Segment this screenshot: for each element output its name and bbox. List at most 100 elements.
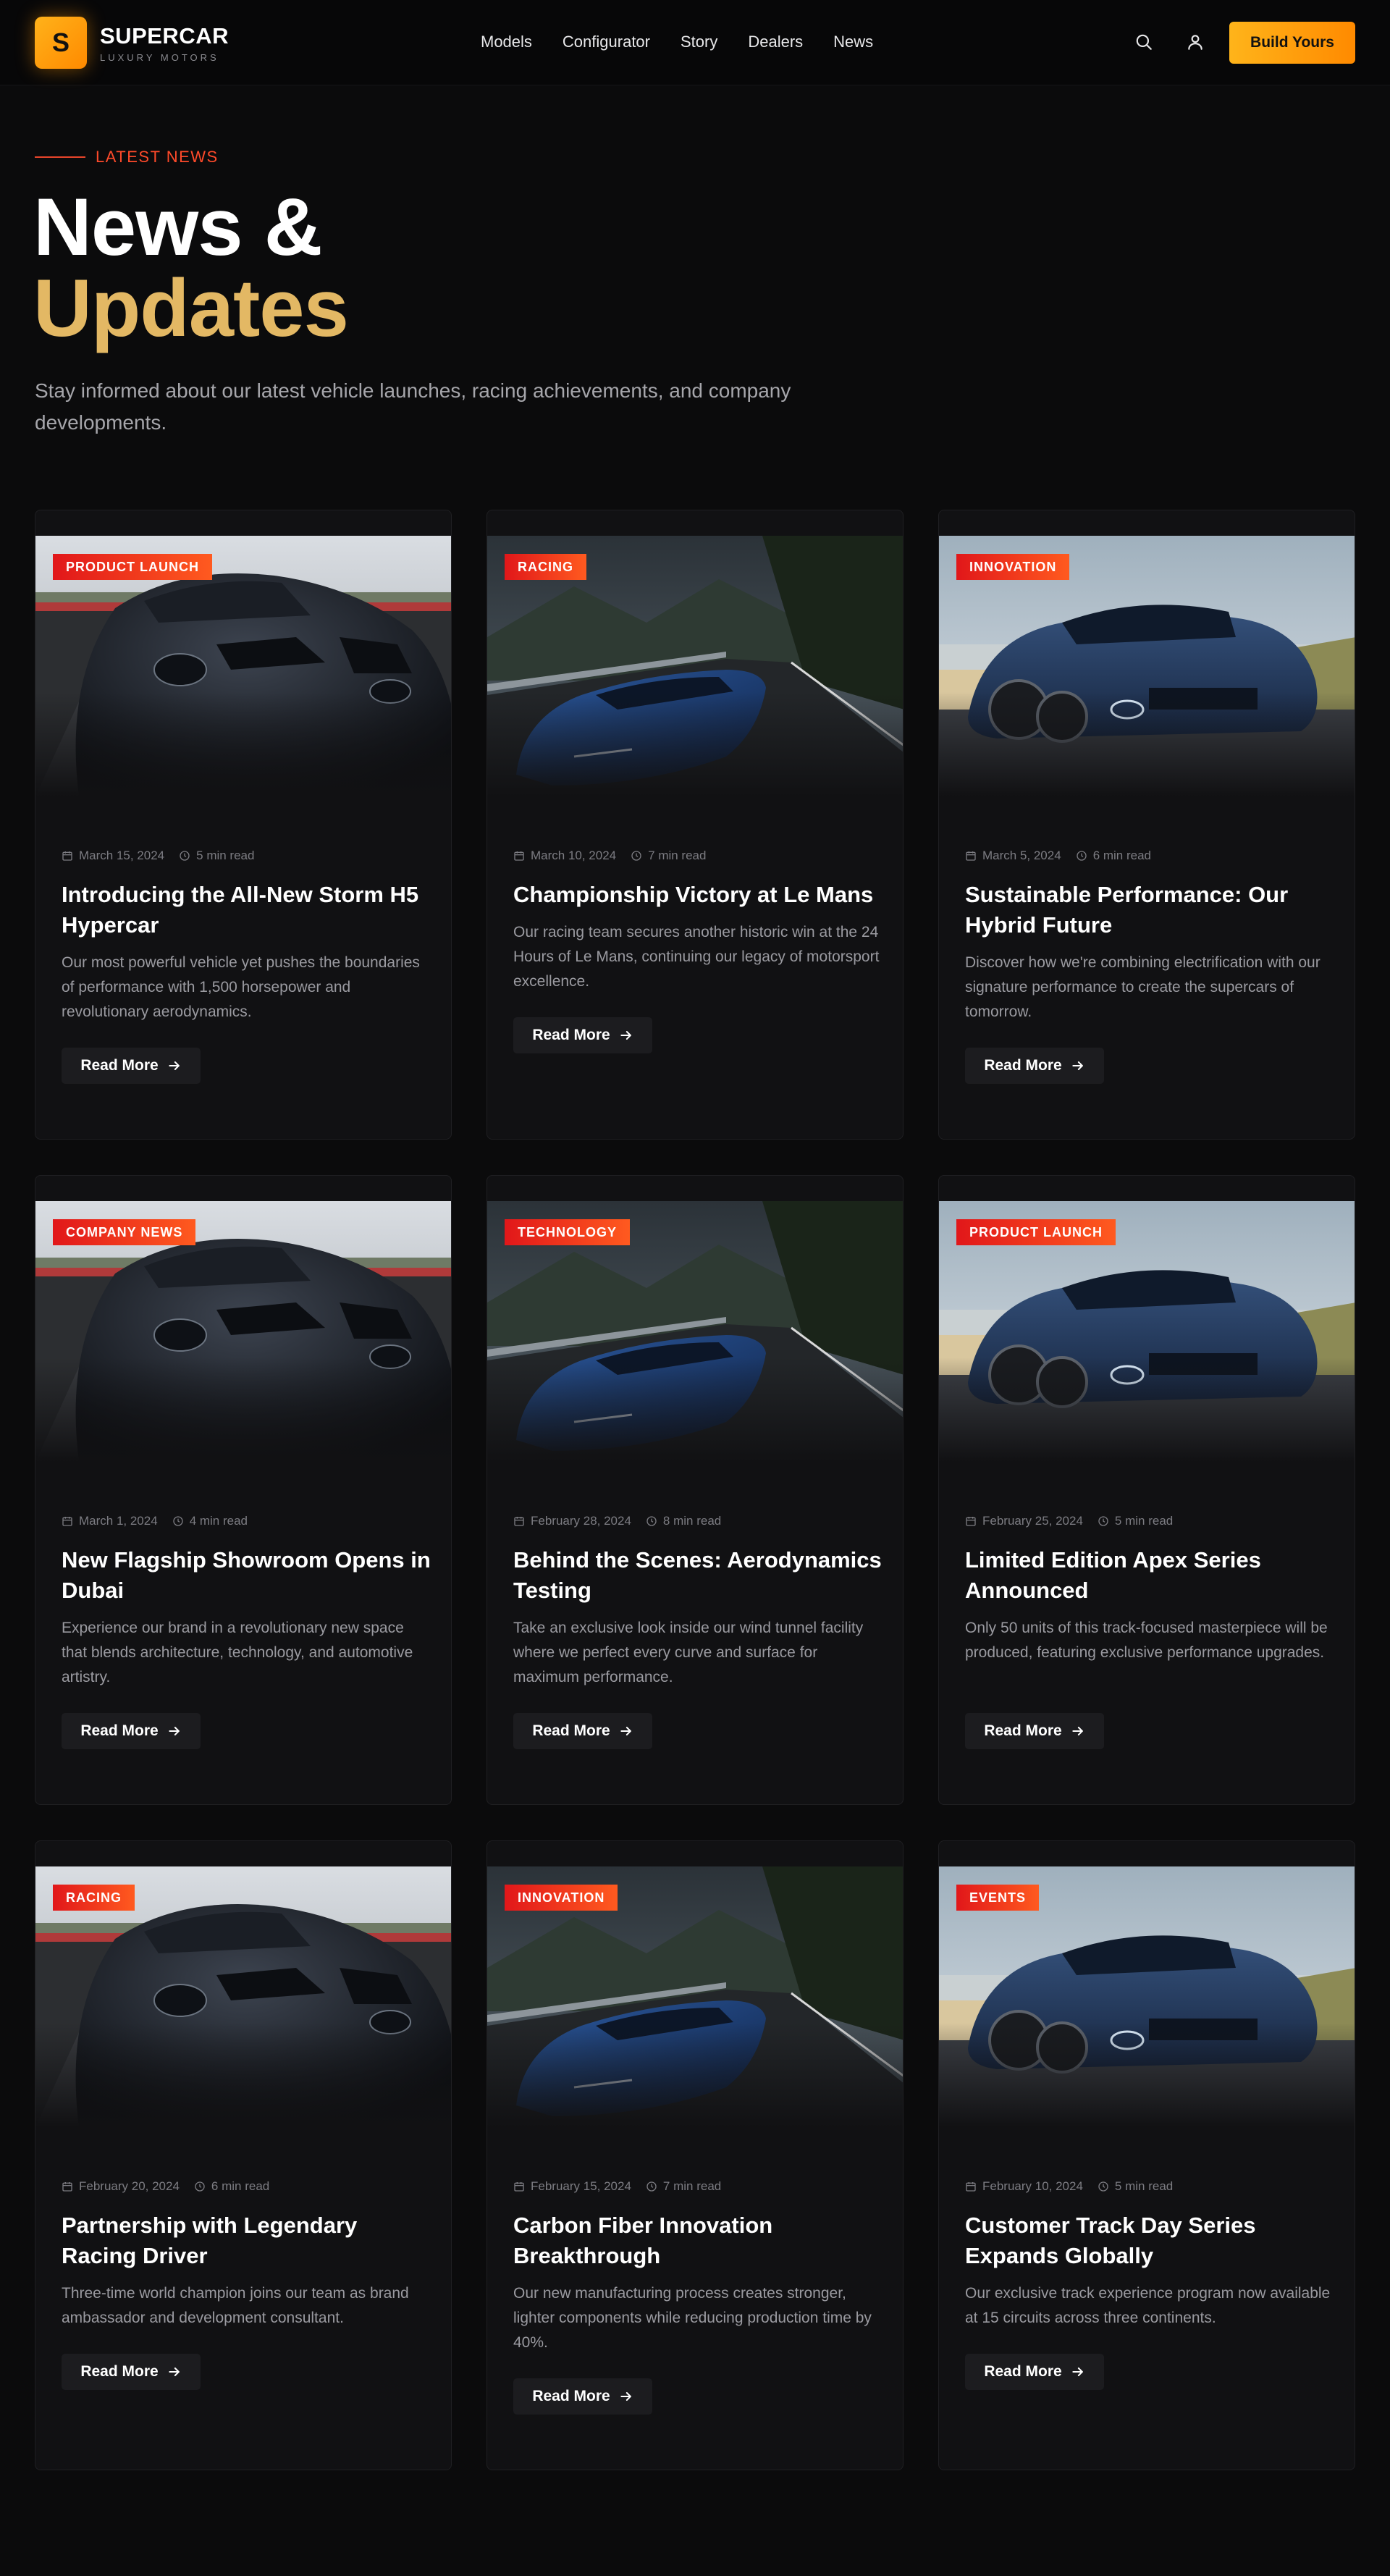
clock-icon [179,850,190,862]
news-card[interactable]: PRODUCT LAUNCH February 25, 2024 5 min r… [938,1175,1355,1805]
news-card[interactable]: INNOVATION February 15, 2024 7 min read … [486,1840,904,2470]
calendar-icon [62,850,73,862]
arrow-right-icon [620,1031,631,1040]
arrow-right-icon [1072,1727,1083,1735]
card-date: March 10, 2024 [531,849,617,862]
card-description: Take an exclusive look inside our wind t… [513,1620,864,1685]
card-read-time: 8 min read [662,1514,722,1528]
card-title[interactable]: Carbon Fiber Innovation Breakthrough [513,2210,883,2271]
page-title-line1: News & [33,182,323,272]
card-read-time: 6 min read [211,2179,270,2193]
search-icon[interactable] [1132,30,1156,54]
read-more-button[interactable]: Read More [62,1713,201,1749]
news-card[interactable]: TECHNOLOGY February 28, 2024 8 min read … [486,1175,904,1805]
card-read-time: 6 min read [1092,849,1152,862]
card-meta: February 25, 2024 5 min read [965,1514,1173,1528]
arrow-right-icon [169,1727,180,1735]
card-meta: February 20, 2024 6 min read [62,2179,269,2194]
category-badge: INNOVATION [956,554,1070,580]
card-date: February 10, 2024 [982,2179,1083,2193]
read-more-button[interactable]: Read More [965,1713,1104,1749]
brand-name: SUPERCAR [100,23,229,49]
read-more-button[interactable]: Read More [62,2354,201,2390]
clock-icon [646,2181,657,2192]
read-more-label: Read More [532,1722,610,1739]
clock-icon [646,1515,657,1527]
card-date: March 5, 2024 [982,849,1061,862]
card-description: Three-time world champion joins our team… [62,2285,409,2326]
card-description: Our racing team secures another historic… [513,924,880,990]
clock-icon [1098,2181,1109,2192]
category-badge: RACING [505,554,586,580]
card-meta: February 28, 2024 8 min read [513,1514,721,1528]
site-header: S SUPERCAR LUXURY MOTORS Models Configur… [0,0,1390,85]
card-title[interactable]: Behind the Scenes: Aerodynamics Testing [513,1545,883,1606]
build-yours-button[interactable]: Build Yours [1229,22,1355,64]
nav-models[interactable]: Models [481,32,532,52]
category-badge: INNOVATION [505,1885,618,1911]
card-title[interactable]: Limited Edition Apex Series Announced [965,1545,1334,1606]
card-read-time: 5 min read [1114,1514,1174,1528]
read-more-button[interactable]: Read More [62,1048,201,1084]
page-subtitle: Stay informed about our latest vehicle l… [35,379,791,434]
user-icon[interactable] [1183,30,1208,54]
card-title[interactable]: Championship Victory at Le Mans [513,880,883,910]
nav-dealers[interactable]: Dealers [748,32,803,52]
read-more-button[interactable]: Read More [965,2354,1104,2390]
calendar-icon [965,850,977,862]
card-read-time: 5 min read [1114,2179,1174,2193]
read-more-label: Read More [80,1057,159,1074]
arrow-right-icon [1072,1061,1083,1070]
calendar-icon [513,850,525,862]
category-badge: RACING [53,1885,135,1911]
news-card[interactable]: RACING March 10, 2024 7 min read Champio… [486,510,904,1140]
card-title[interactable]: Introducing the All-New Storm H5 Hyperca… [62,880,431,940]
eyebrow-line [35,156,85,158]
brand[interactable]: SUPERCAR LUXURY MOTORS [100,23,229,63]
news-card[interactable]: INNOVATION March 5, 2024 6 min read Sust… [938,510,1355,1140]
category-badge: PRODUCT LAUNCH [956,1219,1116,1245]
read-more-label: Read More [984,2363,1062,2380]
read-more-button[interactable]: Read More [513,2378,652,2415]
card-title[interactable]: Partnership with Legendary Racing Driver [62,2210,431,2271]
arrow-right-icon [620,2392,631,2401]
read-more-label: Read More [80,1722,159,1739]
category-badge: EVENTS [956,1885,1040,1911]
main-nav: Models Configurator Story Dealers News [481,32,873,52]
card-title[interactable]: Sustainable Performance: Our Hybrid Futu… [965,880,1334,940]
nav-configurator[interactable]: Configurator [563,32,650,52]
read-more-button[interactable]: Read More [513,1017,652,1053]
logo-mark[interactable]: S [35,17,87,69]
page-title-line2: Updates [33,263,349,353]
card-meta: February 15, 2024 7 min read [513,2179,721,2194]
eyebrow-label: LATEST NEWS [96,148,219,166]
read-more-button[interactable]: Read More [513,1713,652,1749]
arrow-right-icon [169,1061,180,1070]
card-description: Only 50 units of this track-focused mast… [965,1620,1328,1661]
card-meta: March 10, 2024 7 min read [513,849,706,863]
arrow-right-icon [620,1727,631,1735]
read-more-button[interactable]: Read More [965,1048,1104,1084]
news-card[interactable]: COMPANY NEWS March 1, 2024 4 min read Ne… [35,1175,452,1805]
card-meta: March 5, 2024 6 min read [965,849,1151,863]
calendar-icon [62,1515,73,1527]
brand-tagline: LUXURY MOTORS [100,52,219,63]
read-more-label: Read More [532,1027,610,1043]
clock-icon [1076,850,1087,862]
clock-icon [172,1515,184,1527]
section-eyebrow: LATEST NEWS [35,148,219,167]
card-title[interactable]: New Flagship Showroom Opens in Dubai [62,1545,431,1606]
news-card[interactable]: EVENTS February 10, 2024 5 min read Cust… [938,1840,1355,2470]
calendar-icon [513,1515,525,1527]
nav-news[interactable]: News [833,32,873,52]
calendar-icon [62,2181,73,2192]
read-more-label: Read More [984,1057,1062,1074]
arrow-right-icon [169,2367,180,2376]
card-description: Our most powerful vehicle yet pushes the… [62,954,420,1020]
nav-story[interactable]: Story [681,32,717,52]
category-badge: PRODUCT LAUNCH [53,554,212,580]
news-card[interactable]: RACING February 20, 2024 6 min read Part… [35,1840,452,2470]
card-date: February 25, 2024 [982,1514,1083,1528]
news-card[interactable]: PRODUCT LAUNCH March 15, 2024 5 min read… [35,510,452,1140]
card-title[interactable]: Customer Track Day Series Expands Global… [965,2210,1334,2271]
